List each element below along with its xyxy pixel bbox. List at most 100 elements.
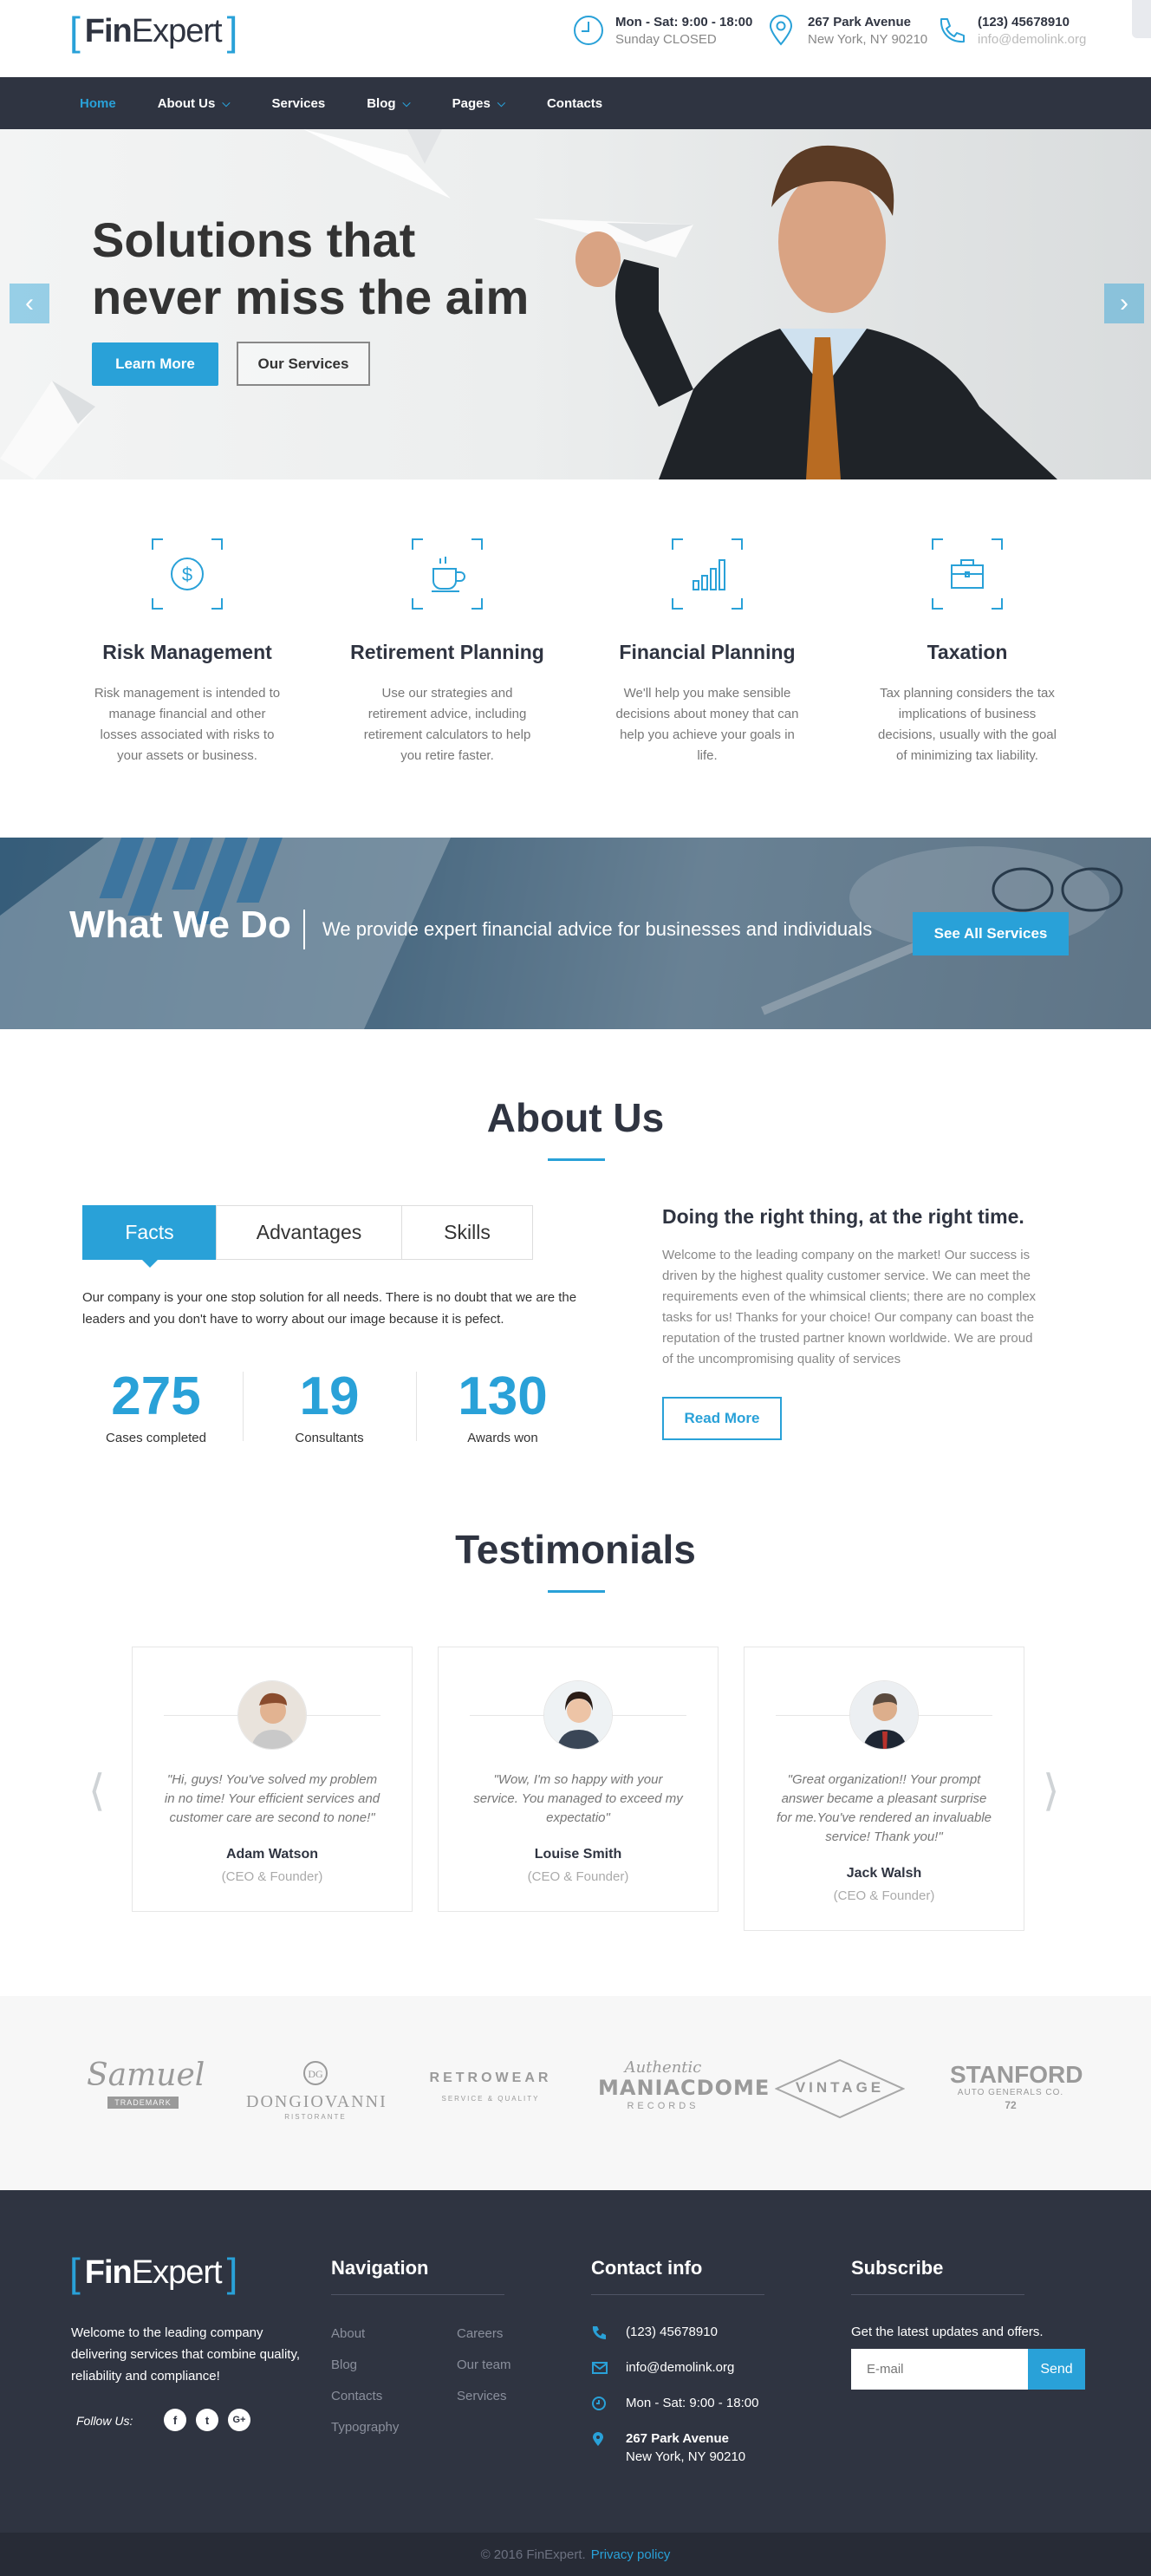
logo[interactable]: [ Fin Expert ] [69,11,237,51]
navigation-heading: Navigation [331,2257,429,2279]
envelope-icon [592,2362,608,2374]
partner-logo-maniacdome[interactable]: Authentic MANIACDOME RECORDS [598,2058,769,2111]
svg-text:$: $ [182,564,192,585]
nav-contacts[interactable]: Contacts [547,96,602,111]
clock-icon [592,2397,606,2410]
address-info: 267 Park Avenue New York, NY 90210 [764,14,927,49]
facebook-icon[interactable]: f [164,2409,186,2431]
divider [303,910,305,949]
hero-slider: Solutions that never miss the aim Learn M… [0,129,1151,479]
map-pin-icon [769,15,793,46]
feature-financial-planning: Financial Planning We'll help you make s… [577,538,837,766]
testimonial-next-arrow-icon[interactable]: ⟩ [1043,1765,1060,1816]
twitter-icon[interactable]: t [196,2409,218,2431]
partner-logo-retrowear[interactable]: RETROWEAR SERVICE & QUALITY [428,2071,553,2103]
nav-home[interactable]: Home [80,96,116,111]
avatar [543,1680,613,1750]
map-pin-icon [593,2432,603,2446]
footer-link-blog[interactable]: Blog [331,2358,357,2372]
chevron-down-icon: ⌵ [497,96,505,109]
about-paragraph: Welcome to the leading company on the ma… [662,1248,1037,1366]
feature-taxation: Taxation Tax planning considers the tax … [837,538,1097,766]
testimonial-card: "Wow, I'm so happy with your service. Yo… [438,1647,719,1912]
nav-pages[interactable]: Pages ⌵ [452,96,505,111]
privacy-policy-link[interactable]: Privacy policy [591,2547,671,2562]
corner-tab[interactable] [1132,0,1151,38]
contact-hours: Mon - Sat: 9:00 - 18:00 [591,2396,758,2411]
avatar [849,1680,919,1750]
page: [ Fin Expert ] Mon - Sat: 9:00 - 18:00 S… [0,0,1151,2576]
follow-us-label: Follow Us: [76,2414,133,2428]
chevron-down-icon: ⌵ [222,96,231,109]
coffee-cup-icon [412,538,483,610]
what-we-do-text: We provide expert financial advice for b… [322,918,873,940]
testimonials-title: Testimonials [455,1527,696,1572]
phone-info: (123) 45678910 info@demolink.org [934,14,1086,49]
chevron-down-icon: ⌵ [402,96,411,109]
phone-icon [940,18,965,43]
testimonial-prev-arrow-icon[interactable]: ⟨ [88,1765,106,1816]
partners-strip: Samuel TRADEMARK DG DONGIOVANNI RISTORAN… [0,1996,1151,2190]
avatar [237,1680,307,1750]
read-more-button[interactable]: Read More [662,1397,782,1440]
hours-info: Mon - Sat: 9:00 - 18:00 Sunday CLOSED [572,14,752,49]
partner-logo-dongiovanni[interactable]: DG DONGIOVANNI RISTORANTE [246,2058,386,2121]
subscribe-text: Get the latest updates and offers. [851,2325,1044,2339]
footer-link-services[interactable]: Services [457,2389,507,2403]
email-field[interactable] [851,2349,1028,2390]
learn-more-button[interactable]: Learn More [92,342,218,386]
see-all-services-button[interactable]: See All Services [913,912,1069,955]
stat-cases: 275 Cases completed [106,1366,206,1445]
about-title: About Us [486,1095,665,1140]
footer-link-about[interactable]: About [331,2326,365,2341]
google-plus-icon[interactable]: G+ [228,2409,250,2431]
nav-about-us[interactable]: About Us ⌵ [158,96,231,111]
about-heading: Doing the right thing, at the right time… [662,1205,1024,1228]
feature-risk-management: $ Risk Management Risk management is int… [57,538,317,766]
tab-advantages[interactable]: Advantages [216,1205,402,1260]
clock-icon [574,16,603,45]
phone-icon [592,2326,606,2339]
copyright-bar: © 2016 FinExpert. Privacy policy [0,2533,1151,2576]
stat-consultants: 19 Consultants [295,1366,364,1445]
footer-link-typography[interactable]: Typography [331,2420,399,2435]
partner-logo-stanford[interactable]: STANFORD AUTO GENERALS CO. 72 [950,2062,1083,2112]
subscribe-heading: Subscribe [851,2257,944,2279]
footer-logo[interactable]: [ Fin Expert ] [69,2253,237,2292]
what-we-do-title: What We Do [69,903,291,946]
partner-logo-vintage[interactable]: VINTAGE [775,2058,905,2119]
briefcase-icon [932,538,1003,610]
contact-phone[interactable]: (123) 45678910 [591,2325,718,2340]
footer-link-careers[interactable]: Careers [457,2326,503,2341]
testimonial-card: "Great organization!! Your prompt answer… [744,1647,1024,1931]
hero-title: Solutions that never miss the aim [92,212,530,324]
footer: [ Fin Expert ] Welcome to the leading co… [0,2190,1151,2533]
main-nav: Home About Us ⌵ Services Blog ⌵ Pages ⌵ Con… [0,77,1151,129]
contact-address: 267 Park Avenue New York, NY 90210 [591,2431,745,2464]
footer-link-contacts[interactable]: Contacts [331,2389,382,2403]
stat-awards: 130 Awards won [458,1366,548,1445]
tab-skills[interactable]: Skills [401,1205,533,1260]
slider-next-arrow-icon[interactable]: › [1104,284,1144,323]
testimonial-card: "Hi, guys! You've solved my problem in n… [132,1647,413,1912]
our-services-button[interactable]: Our Services [237,342,370,386]
nav-blog[interactable]: Blog ⌵ [367,96,410,111]
tab-facts[interactable]: Facts [82,1205,217,1268]
title-underline [548,1590,605,1593]
feature-retirement-planning: Retirement Planning Use our strategies a… [317,538,577,766]
contact-email[interactable]: info@demolink.org [591,2360,734,2376]
send-button[interactable]: Send [1028,2349,1085,2390]
top-bar: [ Fin Expert ] Mon - Sat: 9:00 - 18:00 S… [0,0,1151,77]
svg-text:DG: DG [308,2068,323,2080]
slider-prev-arrow-icon[interactable]: ‹ [10,284,49,323]
dollar-coin-icon: $ [152,538,223,610]
footer-link-our-team[interactable]: Our team [457,2358,511,2372]
nav-services[interactable]: Services [271,96,325,111]
bar-chart-icon [672,538,743,610]
contact-info-heading: Contact info [591,2257,703,2279]
title-underline [548,1158,605,1161]
about-tabs: Facts Advantages Skills [82,1205,533,1268]
facts-text: Our company is your one stop solution fo… [82,1290,577,1327]
partner-logo-samuel[interactable]: Samuel TRADEMARK [87,2058,205,2110]
what-we-do-banner: What We Do We provide expert financial a… [0,838,1151,1029]
